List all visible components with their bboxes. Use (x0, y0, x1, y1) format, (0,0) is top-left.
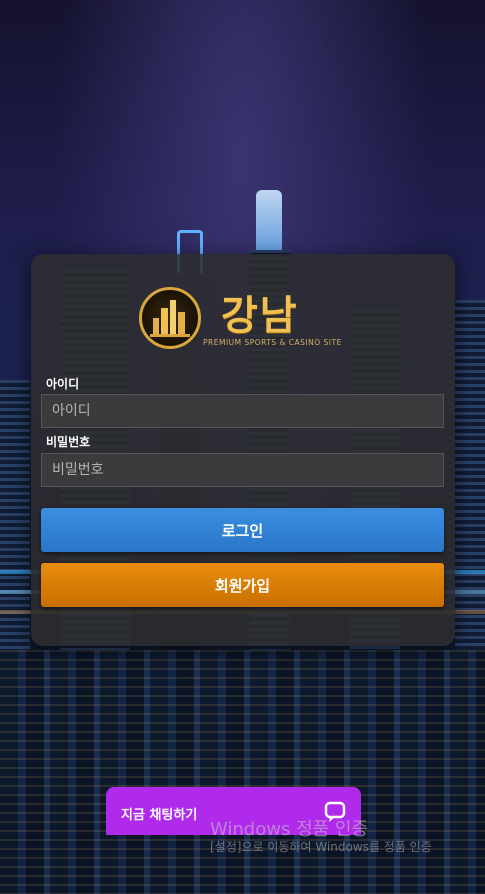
site-logo: 강남 PREMIUM SPORTS & CASINO SITE (139, 287, 349, 353)
brand-tagline: PREMIUM SPORTS & CASINO SITE (203, 338, 342, 347)
windows-activation-subtitle: [설정]으로 이동하여 Windows를 정품 인증 (210, 840, 432, 854)
login-button[interactable]: 로그인 (41, 508, 444, 552)
signup-button[interactable]: 회원가입 (41, 563, 444, 607)
id-input[interactable] (41, 394, 444, 428)
id-label: 아이디 (46, 377, 80, 391)
brand-name: 강남 (221, 293, 299, 339)
password-label: 비밀번호 (46, 435, 91, 449)
water-reflection (0, 650, 485, 894)
chat-label: 지금 채팅하기 (121, 808, 198, 823)
password-input[interactable] (41, 453, 444, 487)
city-emblem-icon (139, 287, 201, 349)
